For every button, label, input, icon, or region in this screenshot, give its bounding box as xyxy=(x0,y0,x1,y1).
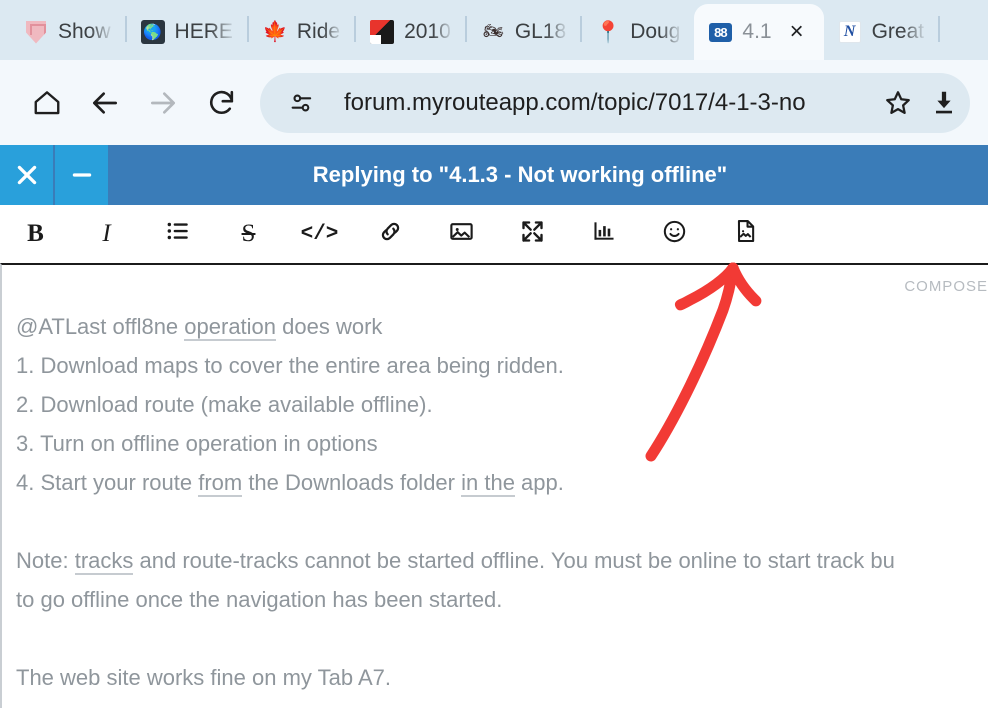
strikethrough-button[interactable]: S xyxy=(213,205,284,263)
text-run: 3. Turn on offline operation in options xyxy=(16,431,378,456)
browser-tab-show[interactable]: Show xyxy=(10,4,125,60)
tab-label: Great xyxy=(871,20,925,43)
site-settings-icon[interactable] xyxy=(282,83,322,123)
tab-label: 4.1 xyxy=(742,20,772,43)
compose-editor[interactable]: COMPOSE @ATLast offl8ne operation does w… xyxy=(0,263,988,708)
tab-divider xyxy=(938,16,941,42)
fullscreen-button[interactable] xyxy=(497,205,568,263)
browser-tab-doug[interactable]: 📍 Doug xyxy=(582,4,694,60)
composer-title-bar: Replying to "4.1.3 - Not working offline… xyxy=(0,145,988,205)
spellcheck-text-run: operation xyxy=(184,314,277,341)
url-text[interactable]: forum.myrouteapp.com/topic/7017/4-1-3-no xyxy=(328,89,872,117)
spellcheck-text-run: from xyxy=(198,470,243,497)
compose-line: The web site works fine on my Tab A7. xyxy=(16,658,988,697)
compose-text-body[interactable]: @ATLast offl8ne operation does work 1. D… xyxy=(16,307,988,697)
code-button[interactable]: </> xyxy=(284,205,355,263)
text-run: 1. Download maps to cover the entire are… xyxy=(16,353,564,378)
tab-label: HERE xyxy=(174,20,233,43)
browser-tab-2010[interactable]: 2010 xyxy=(356,4,465,60)
browser-tab-strip: Show 🌎 HERE 🍁 Ride 2010 🏍 GL18 📍 Doug 88… xyxy=(0,0,988,60)
home-button[interactable] xyxy=(18,74,76,132)
compose-tab-label: COMPOSE xyxy=(904,278,988,295)
shield-icon xyxy=(24,20,48,44)
strikethrough-icon: S xyxy=(241,220,256,247)
address-bar[interactable]: forum.myrouteapp.com/topic/7017/4-1-3-no xyxy=(260,72,970,133)
reload-button[interactable] xyxy=(192,74,250,132)
file-image-icon xyxy=(733,218,759,250)
tab-label: 2010 xyxy=(404,20,451,43)
bullet-list-icon xyxy=(165,218,191,250)
redblack-square-icon xyxy=(370,20,395,44)
browser-tab-ride[interactable]: 🍁 Ride xyxy=(249,4,354,60)
close-icon[interactable]: × xyxy=(784,19,810,45)
compose-line: 1. Download maps to cover the entire are… xyxy=(16,346,988,385)
smiley-icon xyxy=(661,218,688,251)
image-button[interactable] xyxy=(426,205,497,263)
bold-button[interactable]: B xyxy=(0,205,71,263)
maple-leaf-icon: 🍁 xyxy=(262,21,288,43)
text-run: does work xyxy=(276,314,383,339)
composer-title: Replying to "4.1.3 - Not working offline… xyxy=(312,162,728,187)
motorcycle-icon: 🏍 xyxy=(483,23,503,40)
tab-label: GL18 xyxy=(514,20,567,43)
emoji-button[interactable] xyxy=(639,205,710,263)
text-run: 2. Download route (make available offlin… xyxy=(16,392,433,417)
poll-chart-button[interactable] xyxy=(568,205,639,263)
compose-line: 3. Turn on offline operation in options xyxy=(16,424,988,463)
browser-toolbar: forum.myrouteapp.com/topic/7017/4-1-3-no xyxy=(0,60,988,145)
compose-blank-line xyxy=(16,502,988,541)
link-icon xyxy=(377,218,404,251)
compose-blank-line xyxy=(16,619,988,658)
spellcheck-text-run: in the xyxy=(461,470,515,497)
expand-arrows-icon xyxy=(519,218,546,251)
tab-label: Ride xyxy=(296,20,341,43)
compose-line: 2. Download route (make available offlin… xyxy=(16,385,988,424)
spellcheck-text-run: tracks xyxy=(74,548,134,575)
globe-icon: 🌎 xyxy=(140,20,165,44)
code-icon: </> xyxy=(300,222,339,246)
browser-tab-gl18[interactable]: 🏍 GL18 xyxy=(467,4,580,60)
image-icon xyxy=(448,218,475,251)
star-icon[interactable] xyxy=(878,83,918,123)
link-button[interactable] xyxy=(355,205,426,263)
map-pin-icon: 📍 xyxy=(595,20,622,44)
composer-close-button[interactable] xyxy=(0,145,53,205)
back-button[interactable] xyxy=(76,74,134,132)
tab-label: Doug xyxy=(630,20,681,43)
tab-label: Show xyxy=(58,20,111,43)
text-run: and route-tracks cannot be started offli… xyxy=(133,548,895,573)
text-run: app. xyxy=(514,470,564,495)
bullet-list-button[interactable] xyxy=(142,205,213,263)
forward-button xyxy=(134,74,192,132)
compose-line: 4. Start your route from the Downloads f… xyxy=(16,463,988,502)
letter-n-icon: N xyxy=(838,20,862,44)
formatting-toolbar: B I S </> xyxy=(0,205,988,263)
bold-icon: B xyxy=(27,220,44,247)
browser-tab-great[interactable]: N Great xyxy=(824,4,939,60)
browser-tab-here[interactable]: 🌎 HERE xyxy=(127,4,247,60)
text-run: to go offline once the navigation has be… xyxy=(16,587,503,612)
text-run: @ATLast offl8ne xyxy=(16,314,185,339)
browser-window: Show 🌎 HERE 🍁 Ride 2010 🏍 GL18 📍 Doug 88… xyxy=(0,0,988,708)
text-run: The web site works fine on my Tab A7. xyxy=(16,665,391,690)
upload-file-button[interactable] xyxy=(710,205,781,263)
text-run: the Downloads folder xyxy=(242,470,462,495)
forum-icon: 88 xyxy=(708,20,732,44)
italic-icon: I xyxy=(102,220,111,247)
bar-chart-icon xyxy=(591,218,617,250)
text-run: Note: xyxy=(16,548,75,573)
italic-button[interactable]: I xyxy=(71,205,142,263)
compose-line: @ATLast offl8ne operation does work xyxy=(16,307,988,346)
compose-line: Note: tracks and route-tracks cannot be … xyxy=(16,541,988,580)
text-run: 4. Start your route xyxy=(16,470,199,495)
composer-minimize-button[interactable] xyxy=(55,145,108,205)
compose-line: to go offline once the navigation has be… xyxy=(16,580,988,619)
download-icon[interactable] xyxy=(924,83,964,123)
browser-tab-active-forum[interactable]: 88 4.1 × xyxy=(694,4,824,60)
